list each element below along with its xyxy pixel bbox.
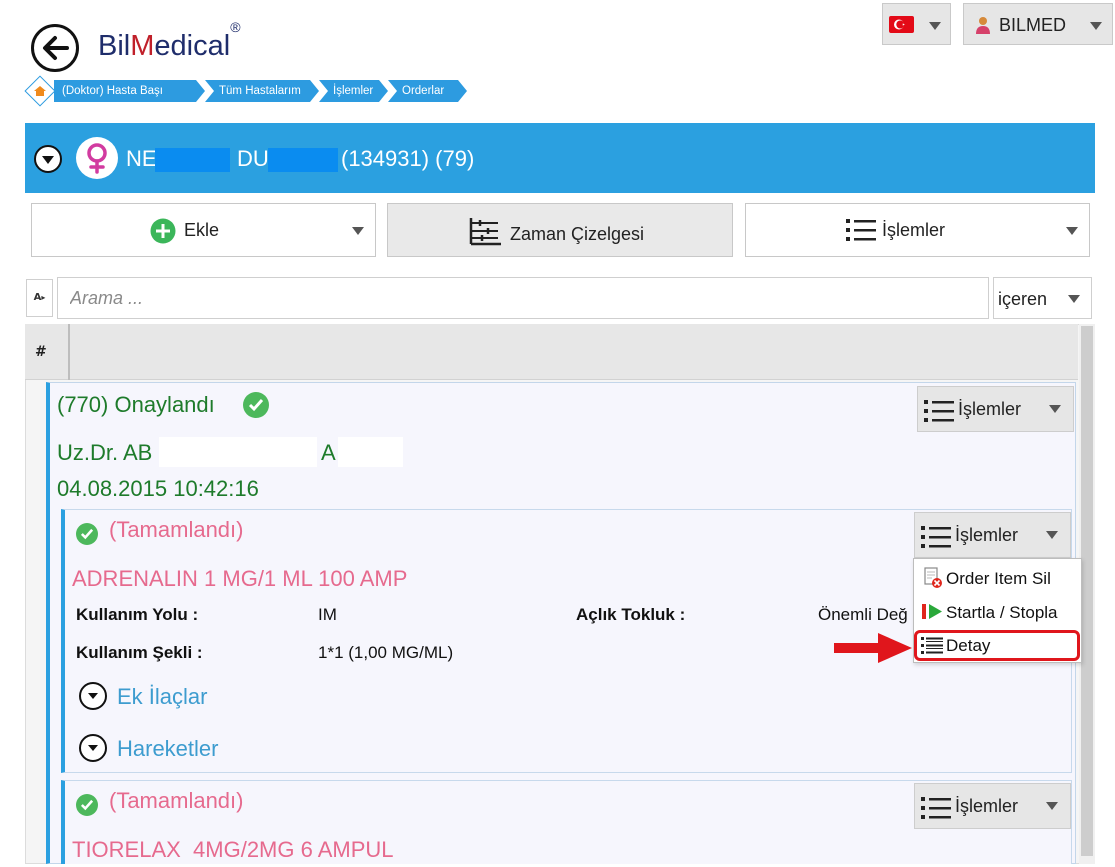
redaction-mask: [268, 148, 338, 172]
home-icon: [34, 86, 46, 96]
item-drug-name: TIORELAX 4MG/2MG 6 AMPUL: [72, 837, 394, 862]
plus-circle-icon: [150, 218, 176, 244]
annotation-arrow-icon: [834, 633, 912, 663]
order-status: (770) Onaylandı: [57, 392, 215, 417]
order-datetime: 04.08.2015 10:42:16: [57, 476, 259, 501]
chevron-down-icon: [929, 22, 941, 30]
menu-item-start-stop[interactable]: Startla / Stopla: [917, 598, 1077, 628]
grid-header: [25, 324, 1078, 380]
usage-form-label: Kullanım Şekli :: [76, 643, 203, 662]
chevron-down-icon: [1046, 531, 1058, 539]
usage-route-value: IM: [318, 605, 337, 624]
patient-name-last: DU: [237, 146, 269, 171]
item-status: (Tamamlandı): [109, 517, 244, 542]
user-icon: [976, 17, 990, 34]
check-circle-icon: [243, 392, 269, 418]
start-stop-icon: [922, 604, 942, 619]
breadcrumb-item[interactable]: Orderlar: [388, 80, 467, 102]
female-symbol-icon: [76, 137, 118, 179]
user-name: BILMED: [999, 15, 1067, 35]
grid-hash-header: #: [35, 344, 47, 360]
redaction-mask: [155, 148, 230, 172]
add-button[interactable]: Ekle: [31, 203, 376, 257]
item-status: (Tamamlandı): [109, 788, 244, 813]
language-selector[interactable]: [882, 3, 951, 45]
scrollbar-thumb[interactable]: [1081, 326, 1093, 856]
list-icon: [846, 219, 876, 241]
brand-logo: BilMedical®: [98, 19, 241, 62]
list-icon: [924, 400, 954, 422]
redaction-mask: [338, 437, 403, 467]
order-operations-button[interactable]: İşlemler: [917, 386, 1074, 432]
search-input[interactable]: [57, 277, 989, 319]
annotation-highlight: [914, 630, 1080, 661]
fasting-label: Açlık Tokluk :: [576, 605, 686, 624]
chevron-down-icon: [1090, 22, 1102, 30]
back-button[interactable]: [31, 24, 79, 72]
check-circle-icon: [76, 523, 98, 545]
text-mode-toggle[interactable]: A▸: [26, 279, 53, 317]
check-circle-icon: [76, 794, 98, 816]
usage-route-label: Kullanım Yolu :: [76, 605, 199, 624]
item-operations-button[interactable]: İşlemler: [914, 512, 1071, 558]
patient-name-first: NE: [126, 146, 157, 171]
delete-document-icon: [924, 567, 942, 588]
chevron-down-icon: [352, 227, 364, 235]
operations-button[interactable]: İşlemler: [745, 203, 1090, 257]
turkey-flag-icon: [889, 16, 914, 33]
item-operations-button[interactable]: İşlemler: [914, 783, 1071, 829]
timeline-icon: [469, 218, 501, 246]
item-drug-name: ADRENALIN 1 MG/1 ML 100 AMP: [72, 566, 408, 591]
arrow-left-icon: [43, 36, 69, 60]
list-icon: [921, 797, 951, 819]
chevron-down-icon: [1046, 802, 1058, 810]
chevron-down-icon: [42, 156, 54, 164]
order-doctor-middle: A: [321, 440, 336, 465]
extra-drugs-link[interactable]: Ek İlaçlar: [117, 684, 207, 710]
chevron-down-icon: [1049, 405, 1061, 413]
chevron-down-icon: [1066, 227, 1078, 235]
movements-link[interactable]: Hareketler: [117, 736, 218, 762]
patient-id-age: (134931) (79): [341, 146, 475, 171]
fasting-value: Önemli Değ: [818, 605, 908, 624]
chevron-down-icon: [1068, 295, 1080, 303]
patient-expand-button[interactable]: [34, 145, 62, 173]
breadcrumb-item[interactable]: İşlemler: [319, 80, 388, 102]
user-menu[interactable]: BILMED: [963, 3, 1113, 45]
timeline-button[interactable]: Zaman Çizelgesi: [387, 203, 733, 257]
column-separator[interactable]: [68, 324, 70, 380]
redaction-mask: [159, 437, 317, 467]
movements-expander[interactable]: [79, 734, 107, 762]
usage-form-value: 1*1 (1,00 MG/ML): [318, 643, 454, 662]
list-icon: [921, 526, 951, 548]
breadcrumb-item[interactable]: Tüm Hastalarım: [205, 80, 319, 102]
breadcrumb-item[interactable]: (Doktor) Hasta Başı Sorgu: [54, 80, 205, 102]
search-filter-select[interactable]: içeren: [993, 277, 1092, 319]
extra-drugs-expander[interactable]: [79, 682, 107, 710]
menu-item-delete[interactable]: Order Item Sil: [917, 564, 1077, 594]
order-doctor: Uz.Dr. AB: [57, 440, 153, 465]
